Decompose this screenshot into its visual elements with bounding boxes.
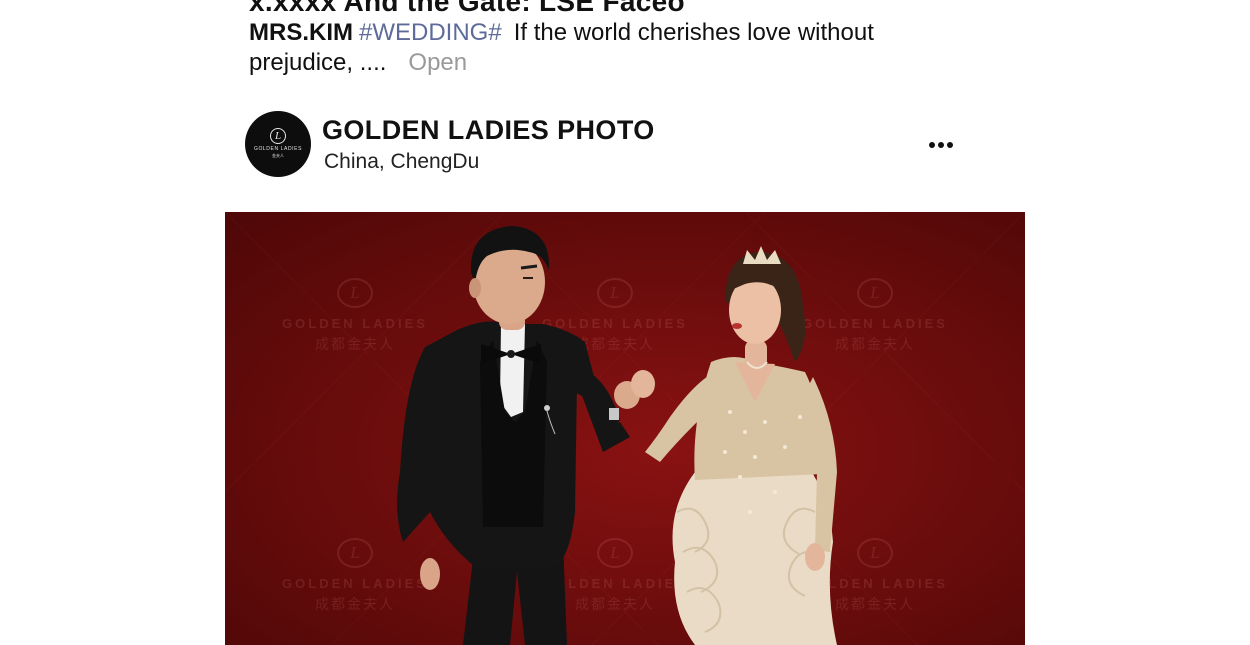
- avatar-logo-text: GOLDEN LADIES: [253, 146, 303, 152]
- post-photo[interactable]: L GOLDEN LADIES 成都金夫人 L GOLDEN LADIES 成都…: [225, 212, 1025, 645]
- caption-author[interactable]: MRS.KIM: [249, 19, 353, 46]
- more-horizontal-icon-dot: [938, 142, 944, 148]
- account-location: China, ChengDu: [324, 150, 480, 173]
- avatar[interactable]: L GOLDEN LADIES 金夫人: [245, 111, 311, 177]
- post-header: L GOLDEN LADIES 金夫人 GOLDEN LADIES PHOTO …: [245, 111, 965, 177]
- caption-open-link[interactable]: Open: [408, 49, 467, 76]
- avatar-logo-subtext: 金夫人: [272, 153, 284, 158]
- caption-hashtag[interactable]: #WEDDING#: [359, 19, 502, 46]
- bride-figure: [631, 246, 837, 645]
- couple-illustration: [225, 212, 1025, 645]
- previous-post-title: x.xxxx And the Gate: LSE Faceo: [249, 0, 685, 17]
- more-horizontal-icon-dot: [947, 142, 953, 148]
- groom-figure: [397, 226, 640, 645]
- account-name[interactable]: GOLDEN LADIES PHOTO: [322, 115, 655, 146]
- post-caption: MRS.KIM #WEDDING# If the world cherishes l…: [249, 18, 939, 78]
- more-horizontal-icon: [929, 142, 935, 148]
- more-options-button[interactable]: [921, 131, 961, 157]
- avatar-logo-letter: L: [274, 130, 282, 142]
